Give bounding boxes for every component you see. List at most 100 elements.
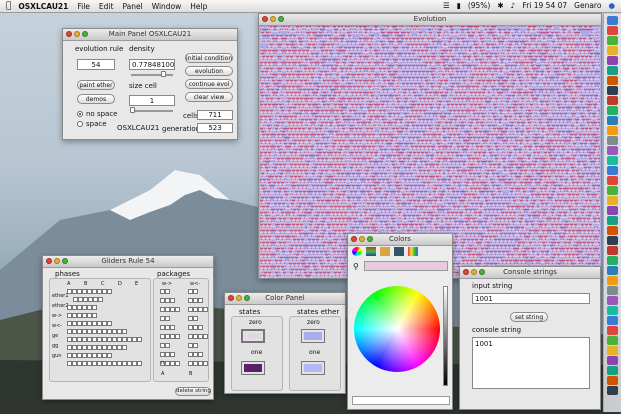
density-slider-knob[interactable] (161, 71, 166, 77)
close-icon[interactable] (262, 16, 268, 22)
dock-app-icon[interactable] (607, 356, 618, 365)
initial-condition-button[interactable]: initial condition (185, 53, 233, 63)
color-sliders-tab-icon[interactable] (366, 247, 376, 256)
package-cell-row[interactable] (160, 307, 180, 312)
menu-user[interactable]: Genaro (574, 1, 601, 10)
demos-button[interactable]: demos (77, 94, 115, 104)
dock-app-icon[interactable] (607, 236, 618, 245)
package-cell-row[interactable] (188, 325, 203, 330)
package-cell-row[interactable] (160, 298, 175, 303)
phase-cell-row[interactable] (67, 345, 127, 350)
size-cell-slider-knob[interactable] (130, 107, 135, 113)
phase-cell-row[interactable] (67, 289, 112, 294)
menu-clock[interactable]: Fri 19 54 07 (522, 1, 567, 10)
space-radio[interactable] (77, 121, 83, 127)
close-icon[interactable] (351, 236, 357, 242)
dock-app-icon[interactable] (607, 16, 618, 25)
set-string-button[interactable]: set string (510, 312, 548, 322)
phase-cell-row[interactable] (67, 313, 97, 318)
close-icon[interactable] (463, 269, 469, 275)
zoom-icon[interactable] (82, 31, 88, 37)
zoom-icon[interactable] (278, 16, 284, 22)
spotlight-icon[interactable]: ● (608, 1, 615, 10)
package-cell-row[interactable] (188, 352, 203, 357)
menu-panel[interactable]: Panel (122, 2, 142, 11)
package-cell-row[interactable] (160, 343, 170, 348)
dock-app-icon[interactable] (607, 116, 618, 125)
magnifier-icon[interactable]: ⚲ (353, 262, 359, 271)
package-cell-row[interactable] (188, 343, 198, 348)
continue-evol-button[interactable]: continue evol (185, 79, 233, 89)
dock-app-icon[interactable] (607, 226, 618, 235)
dock-app-icon[interactable] (607, 176, 618, 185)
phase-cell-row[interactable] (67, 329, 127, 334)
menu-app-name[interactable]: OSXLCAU21 (18, 2, 68, 11)
close-icon[interactable] (228, 295, 234, 301)
zoom-icon[interactable] (367, 236, 373, 242)
dock-app-icon[interactable] (607, 56, 618, 65)
dock-app-icon[interactable] (607, 126, 618, 135)
package-cell-row[interactable] (160, 325, 175, 330)
color-palettes-tab-icon[interactable] (380, 247, 390, 256)
dock-app-icon[interactable] (607, 106, 618, 115)
phase-cell-row[interactable] (67, 337, 142, 342)
zoom-icon[interactable] (244, 295, 250, 301)
crayons-tab-icon[interactable] (408, 247, 418, 256)
main-panel-titlebar[interactable]: Main Panel OSXLCAU21 (63, 29, 237, 41)
zoom-icon[interactable] (62, 258, 68, 264)
dock-app-icon[interactable] (607, 76, 618, 85)
phase-cell-row[interactable] (67, 305, 97, 310)
brightness-slider[interactable] (443, 286, 448, 386)
zoom-icon[interactable] (479, 269, 485, 275)
delete-string-button[interactable]: delete string (175, 387, 211, 396)
minimize-icon[interactable] (236, 295, 242, 301)
package-cell-row[interactable] (188, 316, 198, 321)
volume-icon[interactable]: ♪ (511, 1, 516, 10)
dock-app-icon[interactable] (607, 306, 618, 315)
state-zero-swatch[interactable] (241, 329, 265, 343)
dock-app-icon[interactable] (607, 376, 618, 385)
package-cell-row[interactable] (188, 361, 208, 366)
phase-cell-row[interactable] (73, 297, 103, 302)
minimize-icon[interactable] (54, 258, 60, 264)
image-palettes-tab-icon[interactable] (394, 247, 404, 256)
evolution-titlebar[interactable]: Evolution (259, 14, 601, 26)
no-space-radio[interactable] (77, 111, 83, 117)
dock-app-icon[interactable] (607, 186, 618, 195)
dock-app-icon[interactable] (607, 346, 618, 355)
package-cell-row[interactable] (188, 289, 198, 294)
dock-app-icon[interactable] (607, 96, 618, 105)
ether-one-swatch[interactable] (301, 361, 325, 375)
color-panel-titlebar[interactable]: Color Panel (225, 293, 345, 305)
dock-app-icon[interactable] (607, 266, 618, 275)
evolution-button[interactable]: evolution (185, 66, 233, 76)
dock-app-icon[interactable] (607, 86, 618, 95)
dock-app-icon[interactable] (607, 26, 618, 35)
dock-app-icon[interactable] (607, 286, 618, 295)
dock-app-icon[interactable] (607, 156, 618, 165)
bluetooth-icon[interactable]: ✱ (497, 1, 503, 10)
package-cell-row[interactable] (188, 334, 208, 339)
dock-app-icon[interactable] (607, 336, 618, 345)
package-cell-row[interactable] (160, 334, 180, 339)
density-input[interactable]: 0.77848100€ (129, 59, 175, 70)
dock-app-icon[interactable] (607, 146, 618, 155)
console-titlebar[interactable]: Console strings (460, 267, 600, 279)
wifi-icon[interactable]: ☰ (443, 1, 450, 10)
package-cell-row[interactable] (188, 307, 208, 312)
dock-app-icon[interactable] (607, 256, 618, 265)
dock-app-icon[interactable] (607, 46, 618, 55)
dock-app-icon[interactable] (607, 66, 618, 75)
colors-titlebar[interactable]: Colors (348, 234, 452, 246)
size-cell-input[interactable]: 1 (129, 95, 175, 106)
close-icon[interactable] (46, 258, 52, 264)
phase-cell-row[interactable] (67, 321, 112, 326)
dock-app-icon[interactable] (607, 326, 618, 335)
phase-cell-row[interactable] (67, 361, 142, 366)
dock-app-icon[interactable] (607, 166, 618, 175)
minimize-icon[interactable] (74, 31, 80, 37)
menu-edit[interactable]: Edit (99, 2, 114, 11)
evolution-rule-input[interactable]: 54 (77, 59, 115, 70)
dock-app-icon[interactable] (607, 196, 618, 205)
gliders-titlebar[interactable]: Gliders Rule 54 (43, 256, 213, 268)
